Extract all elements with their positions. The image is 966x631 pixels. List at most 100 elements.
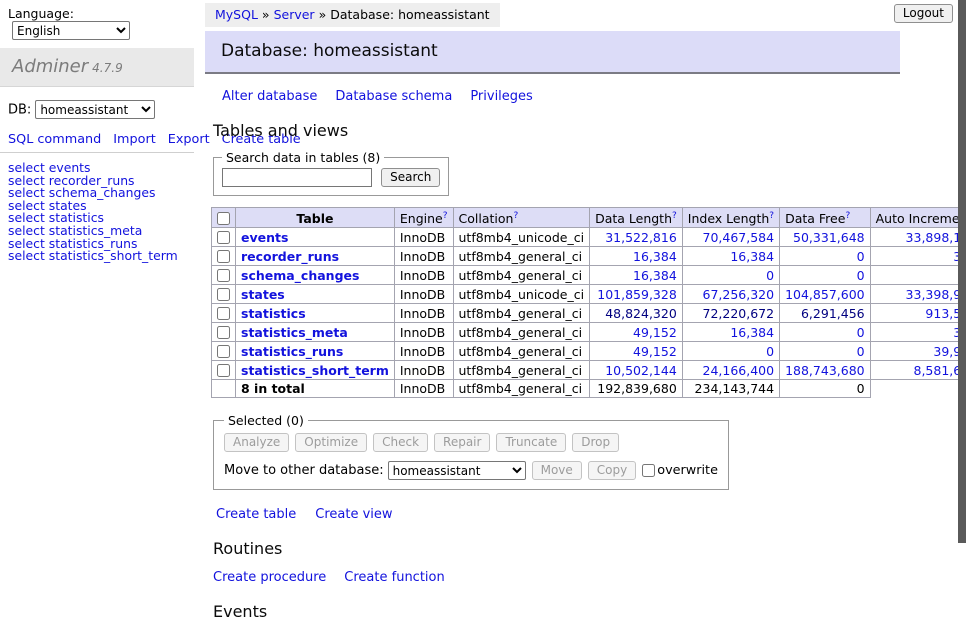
privileges-link[interactable]: Privileges — [470, 89, 533, 104]
column-header-data-length: Data Length? — [590, 208, 683, 228]
search-input[interactable] — [222, 168, 372, 187]
row-checkbox[interactable] — [217, 326, 230, 339]
auto-increment-link[interactable]: 33,398,984 — [906, 287, 966, 302]
column-help-link[interactable]: ? — [769, 211, 774, 221]
data-free-link[interactable]: 0 — [857, 268, 865, 283]
vertical-scrollbar[interactable] — [958, 0, 966, 543]
data-length-link[interactable]: 48,824,320 — [605, 306, 677, 321]
totals-engine: InnoDB — [394, 380, 453, 398]
copy-button[interactable]: Copy — [588, 461, 636, 480]
data-free-link[interactable]: 50,331,648 — [793, 230, 865, 245]
totals-empty-cell — [212, 380, 236, 398]
table-name-cell: statistics_short_term — [236, 361, 395, 380]
repair-button[interactable]: Repair — [434, 433, 490, 452]
data-length-link[interactable]: 16,384 — [633, 268, 677, 283]
index-length-link[interactable]: 16,384 — [730, 249, 774, 264]
check-all-checkbox[interactable] — [217, 212, 230, 225]
data-free-link[interactable]: 0 — [857, 249, 865, 264]
tables-footer: 8 in total InnoDB utf8mb4_general_ci 192… — [212, 380, 966, 398]
truncate-button[interactable]: Truncate — [496, 433, 566, 452]
index-length-link[interactable]: 67,256,320 — [703, 287, 775, 302]
index-length-link[interactable]: 70,467,584 — [703, 230, 775, 245]
data-length-cell: 10,502,144 — [590, 361, 683, 380]
row-checkbox[interactable] — [217, 269, 230, 282]
sidebar: Language:English Adminer4.7.9 DB:homeass… — [0, 0, 194, 263]
column-help-link[interactable]: ? — [672, 211, 677, 221]
sidebar-select-statistics-short-term[interactable]: select statistics_short_term — [8, 250, 186, 263]
app-name: Adminer — [12, 56, 88, 77]
alter-database-link[interactable]: Alter database — [222, 89, 317, 104]
optimize-button[interactable]: Optimize — [295, 433, 367, 452]
table-name-link[interactable]: statistics_runs — [241, 344, 343, 359]
move-button[interactable]: Move — [532, 461, 582, 480]
table-name-link[interactable]: statistics_meta — [241, 325, 348, 340]
data-length-link[interactable]: 49,152 — [633, 325, 677, 340]
data-free-cell: 188,743,680 — [780, 361, 871, 380]
row-checkbox[interactable] — [217, 307, 230, 320]
table-name-link[interactable]: states — [241, 287, 285, 302]
data-free-cell: 0 — [780, 247, 871, 266]
analyze-button[interactable]: Analyze — [224, 433, 289, 452]
totals-row: 8 in total InnoDB utf8mb4_general_ci 192… — [212, 380, 966, 398]
table-name-link[interactable]: statistics — [241, 306, 306, 321]
sidebar-link-import[interactable]: Import — [113, 132, 155, 147]
data-free-link[interactable]: 0 — [857, 325, 865, 340]
breadcrumb-mysql-link[interactable]: MySQL — [215, 7, 258, 22]
check-button[interactable]: Check — [373, 433, 428, 452]
table-row: schema_changesInnoDButf8mb4_general_ci16… — [212, 266, 966, 285]
data-free-link[interactable]: 188,743,680 — [785, 363, 865, 378]
totals-blank — [870, 380, 966, 398]
table-name-link[interactable]: recorder_runs — [241, 249, 339, 264]
index-length-link[interactable]: 72,220,672 — [703, 306, 775, 321]
index-length-link[interactable]: 0 — [766, 268, 774, 283]
column-header-engine: Engine? — [394, 208, 453, 228]
index-length-link[interactable]: 16,384 — [730, 325, 774, 340]
breadcrumb-server-link[interactable]: Server — [274, 7, 315, 22]
data-length-link[interactable]: 10,502,144 — [605, 363, 677, 378]
data-length-link[interactable]: 16,384 — [633, 249, 677, 264]
events-heading: Events — [213, 602, 952, 621]
data-free-link[interactable]: 104,857,600 — [785, 287, 865, 302]
table-name-link[interactable]: schema_changes — [241, 268, 359, 283]
auto-increment-link[interactable]: 33,898,196 — [906, 230, 966, 245]
sidebar-link-export[interactable]: Export — [168, 132, 210, 147]
sidebar-link-sql-command[interactable]: SQL command — [8, 132, 101, 147]
main-content: MySQL»Server»Database: homeassistant Dat… — [205, 0, 952, 631]
database-schema-link[interactable]: Database schema — [335, 89, 452, 104]
index-length-cell: 24,166,400 — [682, 361, 779, 380]
data-free-link[interactable]: 6,291,456 — [801, 306, 865, 321]
create-function-link[interactable]: Create function — [344, 570, 444, 585]
data-length-link[interactable]: 49,152 — [633, 344, 677, 359]
language-select[interactable]: English — [12, 21, 130, 40]
create-view-link[interactable]: Create view — [315, 507, 392, 522]
row-checkbox[interactable] — [217, 288, 230, 301]
create-procedure-link[interactable]: Create procedure — [213, 570, 326, 585]
create-table-link[interactable]: Create table — [216, 507, 296, 522]
row-checkbox[interactable] — [217, 345, 230, 358]
row-checkbox[interactable] — [217, 231, 230, 244]
column-help-link[interactable]: ? — [443, 211, 448, 221]
row-checkbox[interactable] — [217, 364, 230, 377]
data-length-link[interactable]: 101,859,328 — [597, 287, 677, 302]
data-length-link[interactable]: 31,522,816 — [605, 230, 677, 245]
search-button[interactable]: Search — [381, 168, 440, 187]
column-help-link[interactable]: ? — [513, 211, 518, 221]
auto-increment-cell: 33,898,196 — [870, 228, 966, 247]
table-name-link[interactable]: events — [241, 230, 288, 245]
drop-button[interactable]: Drop — [572, 433, 619, 452]
db-select[interactable]: homeassistant — [35, 100, 155, 119]
table-name-link[interactable]: statistics_short_term — [241, 363, 389, 378]
index-length-link[interactable]: 0 — [766, 344, 774, 359]
data-free-link[interactable]: 0 — [857, 344, 865, 359]
logout-button[interactable]: Logout — [894, 4, 953, 23]
row-checkbox[interactable] — [217, 250, 230, 263]
overwrite-checkbox[interactable] — [642, 464, 655, 477]
tables-header: Table Engine? Collation? Data Length? In… — [212, 208, 966, 228]
engine-cell: InnoDB — [394, 228, 453, 247]
index-length-cell: 16,384 — [682, 247, 779, 266]
row-checkbox-cell — [212, 247, 236, 266]
column-help-link[interactable]: ? — [845, 211, 850, 221]
index-length-link[interactable]: 24,166,400 — [703, 363, 775, 378]
move-database-select[interactable]: homeassistant — [388, 461, 526, 480]
row-checkbox-cell — [212, 285, 236, 304]
